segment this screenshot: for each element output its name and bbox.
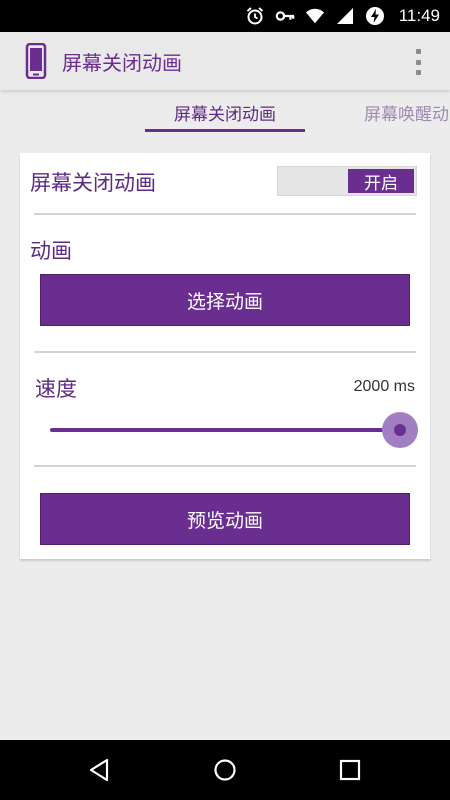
tab-strip: 屏幕关闭动画 屏幕唤醒动画 [0, 92, 450, 136]
phone-icon [24, 42, 48, 80]
tab-screen-on-animation[interactable]: 屏幕唤醒动画 [364, 92, 450, 132]
tab-screen-off-animation[interactable]: 屏幕关闭动画 [145, 92, 305, 132]
status-bar: 11:49 [0, 0, 450, 32]
toggle-label: 屏幕关闭动画 [30, 171, 156, 195]
overflow-menu-icon[interactable] [414, 49, 422, 75]
status-time: 11:49 [398, 6, 440, 25]
app-title: 屏幕关闭动画 [62, 50, 182, 75]
enable-switch[interactable]: 开启 [277, 166, 417, 196]
animation-label: 动画 [30, 239, 72, 263]
tab-indicator [145, 129, 305, 132]
switch-thumb: 开启 [348, 169, 414, 194]
battery-charging-icon [365, 6, 385, 26]
select-animation-button[interactable]: 选择动画 [40, 274, 410, 326]
action-bar: 屏幕关闭动画 [0, 32, 450, 90]
settings-card: 屏幕关闭动画 开启 动画 选择动画 速度 2000 ms 预览动画 [20, 153, 430, 559]
speed-value: 2000 ms [353, 378, 415, 395]
wifi-icon [305, 6, 325, 26]
back-icon[interactable] [84, 755, 114, 785]
speed-label: 速度 [35, 377, 77, 401]
divider [34, 465, 416, 467]
divider [34, 213, 416, 215]
alarm-icon [245, 6, 265, 26]
divider [34, 351, 416, 353]
speed-slider-track[interactable] [50, 428, 402, 432]
navigation-bar [0, 740, 450, 800]
recents-icon[interactable] [335, 755, 365, 785]
key-icon [275, 6, 295, 26]
signal-icon [335, 6, 355, 26]
home-icon[interactable] [210, 755, 240, 785]
speed-slider-thumb[interactable] [394, 424, 406, 436]
preview-animation-button[interactable]: 预览动画 [40, 493, 410, 545]
